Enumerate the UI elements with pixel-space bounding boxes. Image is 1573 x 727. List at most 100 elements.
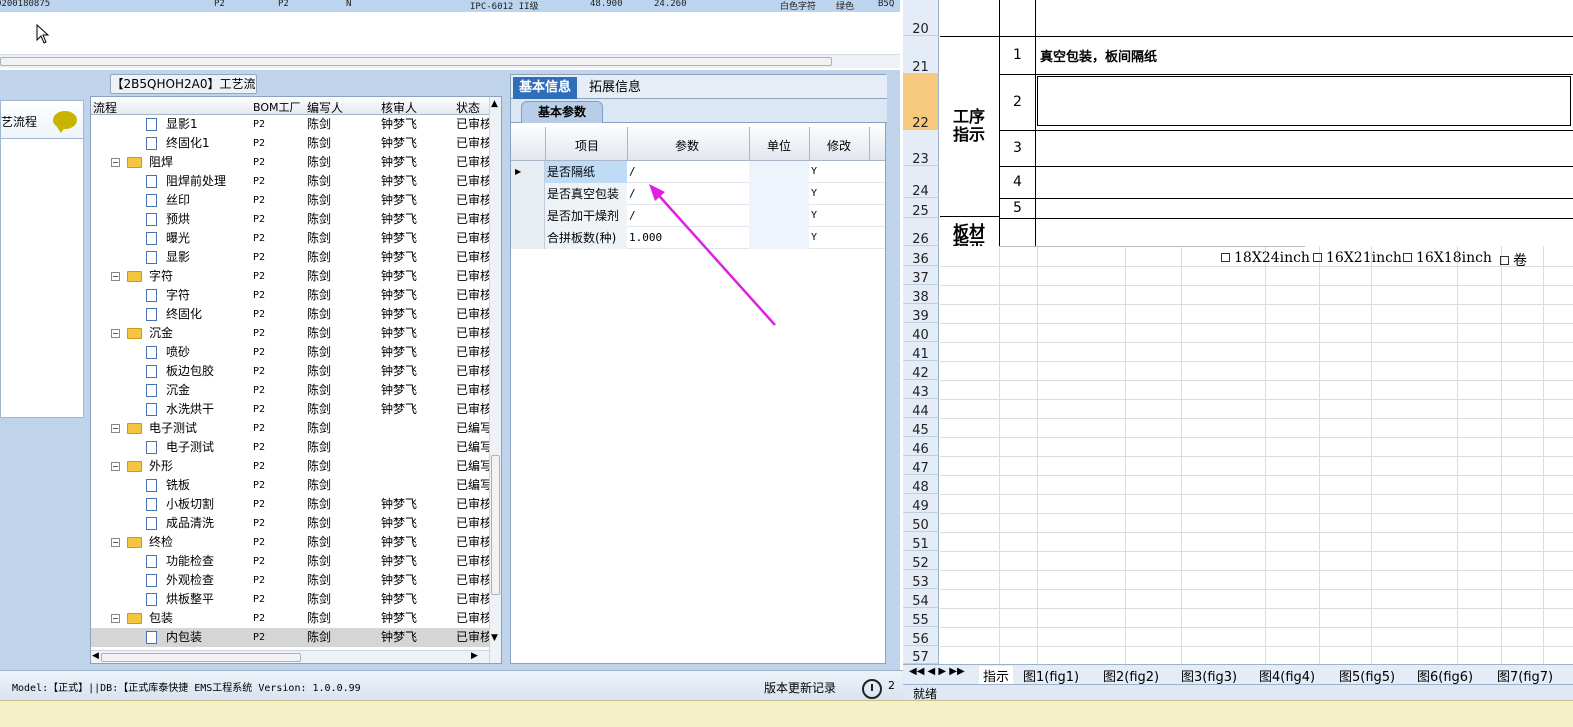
scrollbar-thumb[interactable] (491, 455, 500, 595)
row-number[interactable]: 20 (903, 0, 939, 37)
col-header-param[interactable]: 参数 (675, 137, 699, 154)
col-header-bom[interactable]: BOM工厂 (253, 99, 301, 115)
tree-row[interactable]: − 沉金 P2 陈剑 钟梦飞 已审核 (91, 324, 492, 343)
sheet-tab[interactable]: 图6(fig6) (1417, 666, 1473, 685)
scroll-right-icon[interactable]: ▶ (471, 651, 478, 661)
tree-row[interactable]: 水洗烘干 P2 陈剑 钟梦飞 已审核 (91, 400, 492, 419)
row-number[interactable]: 54 (903, 589, 939, 609)
row-indicator[interactable]: ▶ (511, 161, 545, 183)
row-number[interactable]: 37 (903, 266, 939, 286)
top-horizontal-scrollbar[interactable] (0, 54, 900, 68)
scroll-left-icon[interactable]: ◀ (92, 651, 99, 661)
tree-row[interactable]: 小板切割 P2 陈剑 钟梦飞 已审核 (91, 495, 492, 514)
option-checkbox[interactable]: 16X18inch (1403, 250, 1492, 266)
tree-row[interactable]: 预烘 P2 陈剑 钟梦飞 已审核 (91, 210, 492, 229)
col-header-flow[interactable]: 流程 (93, 99, 117, 116)
row-indicator[interactable] (511, 183, 545, 205)
step2-cell[interactable] (1037, 76, 1571, 126)
col-header-item[interactable]: 项目 (575, 137, 599, 154)
tree-row[interactable]: 喷砂 P2 陈剑 钟梦飞 已审核 (91, 343, 492, 362)
tree-row[interactable]: 终固化 P2 陈剑 钟梦飞 已审核 (91, 305, 492, 324)
row-number[interactable]: 56 (903, 627, 939, 647)
option-checkbox[interactable]: 卷 (1500, 250, 1527, 270)
tree-vertical-scrollbar[interactable]: ▲ ▼ (489, 97, 501, 663)
scroll-up-icon[interactable]: ▲ (491, 99, 498, 109)
tree-row[interactable]: 烘板整平 P2 陈剑 钟梦飞 已审核 (91, 590, 492, 609)
tab-extended-info[interactable]: 拓展信息 (583, 77, 647, 99)
checkbox-icon[interactable] (1313, 253, 1322, 262)
scrollbar-thumb[interactable] (101, 653, 301, 662)
tree-row[interactable]: 终固化1 P2 陈剑 钟梦飞 已审核 (91, 134, 492, 153)
tree-row[interactable]: 字符 P2 陈剑 钟梦飞 已审核 (91, 286, 492, 305)
row-number[interactable]: 50 (903, 513, 939, 533)
row-number[interactable]: 21 (903, 36, 939, 75)
tree-row[interactable]: 丝印 P2 陈剑 钟梦飞 已审核 (91, 191, 492, 210)
tree-row[interactable]: − 电子测试 P2 陈剑 已编写 (91, 419, 492, 438)
scrollbar-thumb[interactable] (0, 57, 832, 66)
tree-row[interactable]: 沉金 P2 陈剑 钟梦飞 已审核 (91, 381, 492, 400)
sheet-tab[interactable]: 指示 (979, 666, 1014, 685)
row-number[interactable]: 24 (903, 166, 939, 199)
row-number[interactable]: 55 (903, 608, 939, 628)
sheet-tab[interactable]: 图3(fig3) (1181, 666, 1237, 685)
param-value[interactable]: / (629, 161, 636, 183)
left-nav-item[interactable]: 艺流程 (1, 101, 83, 139)
col-header-status[interactable]: 状态 (456, 99, 480, 116)
row-number[interactable]: 39 (903, 304, 939, 324)
tree-row[interactable]: 曝光 P2 陈剑 钟梦飞 已审核 (91, 229, 492, 248)
collapse-toggle-icon[interactable]: − (111, 272, 120, 281)
tree-row[interactable]: 阻焊前处理 P2 陈剑 钟梦飞 已审核 (91, 172, 492, 191)
row-number[interactable]: 25 (903, 198, 939, 219)
row-number[interactable]: 44 (903, 399, 939, 419)
row-number[interactable]: 36 (903, 246, 939, 267)
param-value[interactable]: / (629, 205, 636, 227)
collapse-toggle-icon[interactable]: − (111, 158, 120, 167)
tree-row[interactable]: 成品清洗 P2 陈剑 钟梦飞 已审核 (91, 514, 492, 533)
option-checkbox[interactable]: 16X21inch (1313, 250, 1402, 266)
step1-text[interactable]: 真空包装，板间隔纸 (1040, 46, 1157, 65)
row-number[interactable]: 51 (903, 532, 939, 552)
checkbox-icon[interactable] (1403, 253, 1412, 262)
tree-row[interactable]: 电子测试 P2 陈剑 已编写 (91, 438, 492, 457)
tree-row[interactable]: 内包装 P2 陈剑 钟梦飞 已审核 (91, 628, 492, 647)
process-flow-tab[interactable]: 【2B5QHOH2A0】工艺流程 (110, 74, 257, 109)
row-number[interactable]: 40 (903, 323, 939, 343)
row-number[interactable]: 23 (903, 130, 939, 167)
row-number[interactable]: 52 (903, 551, 939, 571)
row-number[interactable]: 38 (903, 285, 939, 305)
tab-basic-info[interactable]: 基本信息 (513, 77, 578, 99)
sheet-tab[interactable]: 图2(fig2) (1103, 666, 1159, 685)
tree-row[interactable]: 显影1 P2 陈剑 钟梦飞 已审核 (91, 115, 492, 134)
tree-row[interactable]: 显影 P2 陈剑 钟梦飞 已审核 (91, 248, 492, 267)
sheet-tab[interactable]: 图1(fig1) (1023, 666, 1079, 685)
param-value[interactable]: / (629, 183, 636, 205)
row-indicator[interactable] (511, 205, 545, 227)
tree-row[interactable]: − 终检 P2 陈剑 钟梦飞 已审核 (91, 533, 492, 552)
tree-row[interactable]: 板边包胶 P2 陈剑 钟梦飞 已审核 (91, 362, 492, 381)
row-number[interactable]: 57 (903, 646, 939, 665)
row-number[interactable]: 42 (903, 361, 939, 381)
collapse-toggle-icon[interactable]: − (111, 614, 120, 623)
checkbox-icon[interactable] (1500, 256, 1509, 265)
tree-row[interactable]: 外观检查 P2 陈剑 钟梦飞 已审核 (91, 571, 492, 590)
tree-row[interactable]: 铣板 P2 陈剑 已编写 (91, 476, 492, 495)
top-grid-row[interactable]: 0200180875 P2 P2 N IPC-6012 II级 48.900 2… (0, 0, 900, 12)
row-number[interactable]: 41 (903, 342, 939, 362)
col-header-mod[interactable]: 修改 (827, 137, 851, 154)
row-number[interactable]: 43 (903, 380, 939, 400)
row-number[interactable]: 45 (903, 418, 939, 438)
collapse-toggle-icon[interactable]: − (111, 462, 120, 471)
option-checkbox[interactable]: 18X24inch (1221, 250, 1310, 266)
tree-row[interactable]: 功能检查 P2 陈剑 钟梦飞 已审核 (91, 552, 492, 571)
tree-row[interactable]: − 字符 P2 陈剑 钟梦飞 已审核 (91, 267, 492, 286)
row-number[interactable]: 46 (903, 437, 939, 457)
row-number[interactable]: 26 (903, 218, 939, 247)
row-number[interactable]: 47 (903, 456, 939, 476)
collapse-toggle-icon[interactable]: − (111, 538, 120, 547)
tree-row[interactable]: − 包装 P2 陈剑 钟梦飞 已审核 (91, 609, 492, 628)
tree-horizontal-scrollbar[interactable]: ◀ ▶ (91, 650, 489, 663)
row-indicator[interactable] (511, 227, 545, 249)
collapse-toggle-icon[interactable]: − (111, 424, 120, 433)
row-number[interactable]: 22 (903, 74, 939, 131)
subtab-basic-params[interactable]: 基本参数 (521, 101, 603, 123)
